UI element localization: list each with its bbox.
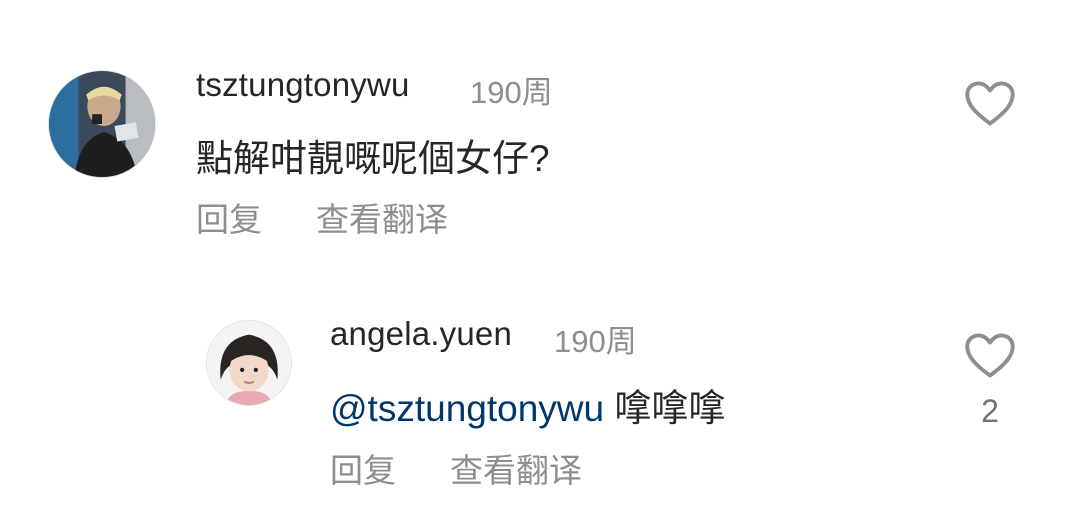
heart-outline-icon <box>965 333 1015 378</box>
avatar[interactable] <box>48 70 156 178</box>
username[interactable]: angela.yuen <box>330 315 512 353</box>
comment-text: 點解咁靚嘅呢個女仔? <box>196 138 550 179</box>
profile-photo <box>207 321 291 405</box>
like-button[interactable] <box>964 332 1016 380</box>
see-translation-button[interactable]: 查看翻译 <box>450 444 582 492</box>
reply-button[interactable]: 回复 <box>196 193 262 241</box>
timestamp: 190周 <box>470 75 553 110</box>
like-button[interactable] <box>964 80 1016 128</box>
timestamp: 190周 <box>554 324 637 359</box>
profile-photo <box>49 71 155 177</box>
reply-button[interactable]: 回复 <box>330 444 396 492</box>
like-count: 2 <box>981 393 999 429</box>
see-translation-button[interactable]: 查看翻译 <box>316 193 448 241</box>
reply-body: 嗱嗱嗱 <box>614 388 726 429</box>
avatar[interactable] <box>206 320 292 406</box>
username[interactable]: tsztungtonywu <box>196 66 410 104</box>
heart-outline-icon <box>965 81 1015 126</box>
reply-text: @tsztungtonywu 嗱嗱嗱 <box>330 378 725 432</box>
mention-link[interactable]: @tsztungtonywu <box>330 388 604 429</box>
